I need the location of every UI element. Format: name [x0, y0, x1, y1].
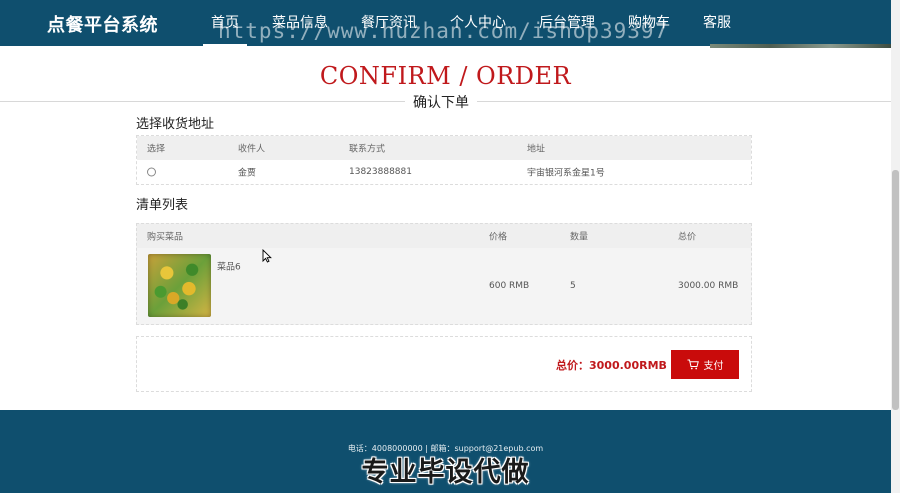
order-section-title: 清单列表 — [136, 198, 189, 213]
header-phone: 联系方式 — [349, 144, 386, 155]
page-footer: 电话：4008000000 | 邮箱：support@21epub.com 专业… — [0, 410, 891, 493]
dish-image[interactable] — [148, 254, 211, 317]
cart-icon — [687, 359, 699, 370]
header-dish: 购买菜品 — [147, 232, 184, 243]
address-radio[interactable] — [147, 167, 156, 177]
top-navbar: 点餐平台系统 首页 菜品信息 餐厅资讯 个人中心 后台管理 购物车 客服 htt… — [0, 0, 891, 48]
pay-button-label: 支付 — [703, 361, 724, 372]
dish-name[interactable]: 菜品6 — [217, 260, 241, 273]
order-table: 购买菜品 价格 数量 总价 菜品6 600 RMB 5 3000.00 RMB — [136, 223, 752, 325]
order-table-header: 购买菜品 价格 数量 总价 — [137, 224, 751, 248]
pay-button[interactable]: 支付 — [671, 350, 739, 379]
address-text: 宇宙银河系金星1号 — [527, 168, 605, 179]
address-table: 选择 收件人 联系方式 地址 金贾 13823888881 宇宙银河系金星1号 — [136, 135, 752, 185]
watermark-url-overlay: https://www.huzhan.com/ishop39397 — [218, 19, 669, 43]
header-price: 价格 — [489, 232, 508, 243]
banner-photo-strip — [710, 44, 891, 48]
address-table-header: 选择 收件人 联系方式 地址 — [137, 136, 751, 160]
brand-logo-text[interactable]: 点餐平台系统 — [47, 11, 158, 37]
header-select: 选择 — [147, 144, 166, 155]
page-scrollbar[interactable] — [891, 0, 900, 493]
mouse-cursor-icon — [262, 248, 272, 267]
address-section-title: 选择收货地址 — [136, 117, 215, 132]
scrollbar-thumb[interactable] — [892, 170, 899, 410]
order-summary-box: 总价：3000.00RMB 支付 — [136, 336, 752, 392]
header-total: 总价 — [678, 232, 697, 243]
address-phone: 13823888881 — [349, 167, 412, 177]
page-title: CONFIRM / ORDER — [319, 62, 572, 90]
header-address: 地址 — [527, 144, 546, 155]
address-recipient: 金贾 — [238, 168, 257, 179]
order-item-row: 菜品6 600 RMB 5 3000.00 RMB — [137, 248, 751, 324]
dish-total: 3000.00 RMB — [678, 281, 739, 291]
footer-watermark-overlay: 专业毕设代做 — [361, 457, 530, 488]
header-recipient: 收件人 — [238, 144, 266, 155]
address-row[interactable]: 金贾 13823888881 宇宙银河系金星1号 — [137, 160, 751, 184]
total-price-label: 总价：3000.00RMB — [556, 359, 667, 372]
page-subtitle: 确认下单 — [405, 92, 477, 112]
dish-price: 600 RMB — [489, 281, 530, 291]
header-quantity: 数量 — [570, 232, 589, 243]
dish-quantity: 5 — [570, 281, 576, 291]
nav-item-service[interactable]: 客服 — [695, 0, 739, 46]
